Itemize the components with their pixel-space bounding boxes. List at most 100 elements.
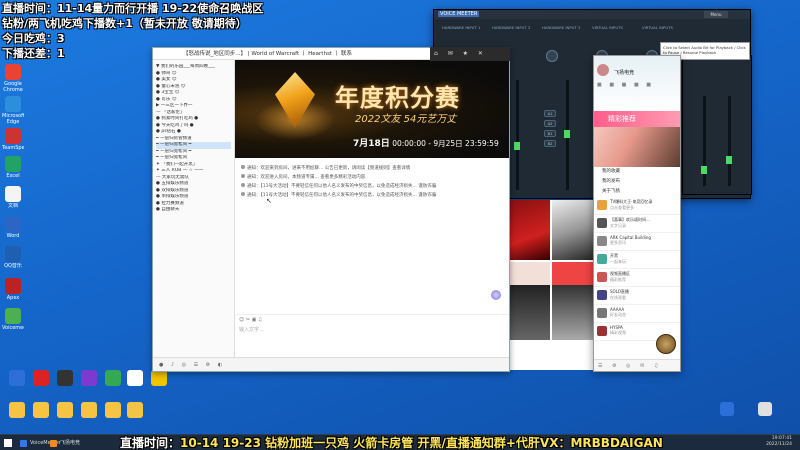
voicemeeter-header: VOICE MEETER	[434, 10, 750, 19]
message-list: 通知：欢迎来到房间，进来不用尬聊... 公告已更新，请阅读【频道规则】查看详情通…	[235, 158, 509, 206]
event-banner[interactable]: 年度积分赛 2022文友 54元艺万丈 7月18日 00:00:00 - 9月2…	[235, 60, 509, 158]
fader-handle[interactable]	[514, 142, 520, 150]
folder-icon[interactable]	[6, 402, 28, 418]
panel-menu-item[interactable]: 关于飞扬	[594, 187, 680, 197]
desktop-icon[interactable]: Word	[2, 216, 24, 245]
avatar[interactable]	[597, 63, 609, 76]
notice-icon	[241, 192, 245, 196]
overlay-line-schedule: 直播时间：11-14量力而行开播 19-22使命召唤战区	[2, 2, 264, 15]
app-icon	[5, 186, 21, 202]
desktop-shortcut-icon[interactable]	[6, 370, 28, 386]
start-button[interactable]	[4, 439, 12, 447]
strip-caption: VIRTUAL INPUTS	[592, 25, 623, 30]
list-item[interactable]: SOLO直播 在线观看	[594, 287, 680, 305]
list-item[interactable]: TV爆料大王·电竞回忆录 点击查看更多	[594, 197, 680, 215]
album-cover[interactable]	[510, 262, 550, 287]
taskbar-item[interactable]: 飞扬电竞	[48, 438, 80, 448]
app-icon	[5, 64, 21, 80]
voicemeeter-menu-button[interactable]: Menu	[704, 11, 728, 18]
list-item[interactable]: AAAAA 好友动态	[594, 305, 680, 323]
desktop-icon[interactable]: Voicemeeter	[2, 308, 24, 337]
panel-banner[interactable]: 精彩推荐	[594, 111, 680, 127]
voicemeeter-mini-window[interactable]	[682, 55, 752, 195]
desktop-icon[interactable]: QQ音乐	[2, 246, 24, 275]
folder-icon[interactable]	[124, 402, 146, 418]
desktop-icon[interactable]: 文档	[2, 186, 24, 215]
banner-date-start: 7月18日	[353, 139, 390, 149]
assistant-orb-icon[interactable]	[491, 290, 501, 300]
app-icon	[127, 370, 143, 386]
list-item-subtitle: 文字记录	[610, 223, 626, 228]
bus-toggle-button[interactable]: B2	[544, 140, 556, 147]
desktop-icon[interactable]: Microsoft Edge	[2, 96, 24, 125]
album-cover[interactable]	[552, 262, 595, 287]
music-browser-window[interactable]	[510, 200, 595, 370]
folder-icon[interactable]	[78, 402, 100, 418]
bus-toggle-button[interactable]: A2	[544, 120, 556, 127]
folder-glyph	[57, 402, 73, 418]
bus-toggle-button[interactable]: A1	[544, 110, 556, 117]
channel-tree-item[interactable]: ● 自由聊天	[156, 207, 231, 214]
desktop-shortcut-icon[interactable]	[148, 370, 170, 386]
recycle-bin-icon[interactable]	[758, 402, 772, 416]
overlay-bottom-prefix: 直播时间：	[120, 436, 181, 450]
panel-icon-row[interactable]: ■ ■ ■ ■ ■	[597, 82, 677, 88]
chat-client-window[interactable]: 【怒战传说_地区同步...】 | World of Warcraft 丨 Hea…	[152, 47, 510, 372]
desktop-icon[interactable]: TeamSpeak	[2, 128, 24, 157]
desktop-shortcut-icon[interactable]	[78, 370, 100, 386]
list-item[interactable]: 视频直播区 精彩推荐	[594, 269, 680, 287]
chat-bottom-bar[interactable]: ● ♪ ◎ ☰ ⚙ ◐	[153, 357, 509, 371]
overlay-bottom-text: 10-14 19-23 钻粉加班一只鸡 火箭卡房管 开黑/直播通知群+代肝VX：…	[180, 436, 663, 450]
game-badge-icon[interactable]	[656, 334, 676, 354]
social-panel-window[interactable]: 飞扬电竞 ■ ■ ■ ■ ■ 精彩推荐 我的收藏 我的发布 关于飞扬 TV爆料大王·…	[593, 55, 681, 372]
album-cover[interactable]	[510, 200, 550, 260]
desktop-icon[interactable]: Apex	[2, 278, 24, 307]
panel-list: TV爆料大王·电竞回忆录 点击查看更多 【喜事】欢乐颂时间... 文字记录 ARK Ca…	[594, 197, 680, 341]
panel-photo[interactable]	[594, 127, 680, 167]
network-icon[interactable]	[720, 402, 734, 416]
list-item[interactable]: 开黑 一起来玩	[594, 251, 680, 269]
banner-date-range: 00:00:00 - 9月25日 23:59:59	[392, 139, 499, 148]
folder-icon[interactable]	[54, 402, 76, 418]
list-item-thumbnail	[597, 236, 607, 246]
pan-knob[interactable]	[546, 50, 558, 62]
album-cover[interactable]	[510, 285, 550, 340]
mini-fader[interactable]	[728, 96, 731, 186]
list-item[interactable]: ARK Capital Building 更多资讯	[594, 233, 680, 251]
album-cover[interactable]	[552, 285, 595, 340]
bus-toggle-button[interactable]: B1	[544, 130, 556, 137]
list-item-subtitle: 精彩推荐	[610, 277, 626, 282]
panel-bottom-bar[interactable]: ☰ ⚙ ◎ ✉ ♫	[594, 359, 680, 371]
input-toolbar[interactable]: ☺ ✂ ▣ ♫	[235, 314, 509, 324]
notice-icon	[241, 183, 245, 187]
gain-fader[interactable]	[516, 80, 519, 190]
album-cover[interactable]	[552, 200, 595, 260]
list-item[interactable]: 【喜事】欢乐颂时间... 文字记录	[594, 215, 680, 233]
banner-subtitle: 2022文友 54元艺万丈	[355, 114, 457, 125]
stream-overlay-info: 直播时间：11-14量力而行开播 19-22使命召唤战区 钻粉/两飞机吃鸡下播数…	[2, 1, 263, 61]
panel-menu-item[interactable]: 我的收藏	[594, 167, 680, 177]
mini-fader-handle[interactable]	[726, 156, 732, 164]
list-item-subtitle: 好友动态	[610, 312, 626, 317]
desktop-icon[interactable]: Google Chrome	[2, 64, 24, 93]
desktop-icon[interactable]: Excel	[2, 156, 24, 185]
app-icon	[5, 308, 21, 324]
chat-message: 通知：【11号大活动】不要轻信任何以他人名义发布的中奖信息，以免造成经济损失..…	[241, 182, 503, 191]
desktop-shortcut-icon[interactable]	[30, 370, 52, 386]
system-clock[interactable]: 19:07:41 2022/11/24	[766, 436, 792, 448]
desktop-shortcut-icon[interactable]	[54, 370, 76, 386]
list-item-subtitle: 点击查看更多	[610, 205, 634, 210]
clock-date: 2022/11/24	[766, 442, 792, 447]
mouse-cursor-icon: ↖	[266, 197, 272, 205]
chat-side-toolbar[interactable]: ⌂ ✉ ★ ✕	[430, 47, 510, 61]
folder-icon[interactable]	[102, 402, 124, 418]
channel-tree[interactable]: ▼ 我们的乐园___每周四晚___ ● 帅哥 😊 ● 美女 😊 ● 童心未泯 😊…	[153, 60, 235, 357]
desktop-shortcut-icon[interactable]	[124, 370, 146, 386]
desktop-icon-label: Word	[6, 233, 20, 239]
chat-main-panel: 年度积分赛 2022文友 54元艺万丈 7月18日 00:00:00 - 9月2…	[235, 60, 509, 366]
panel-menu-item[interactable]: 我的发布	[594, 177, 680, 187]
fader-handle[interactable]	[564, 130, 570, 138]
folder-icon[interactable]	[30, 402, 52, 418]
desktop-shortcut-icon[interactable]	[102, 370, 124, 386]
mini-fader-handle[interactable]	[701, 166, 707, 174]
